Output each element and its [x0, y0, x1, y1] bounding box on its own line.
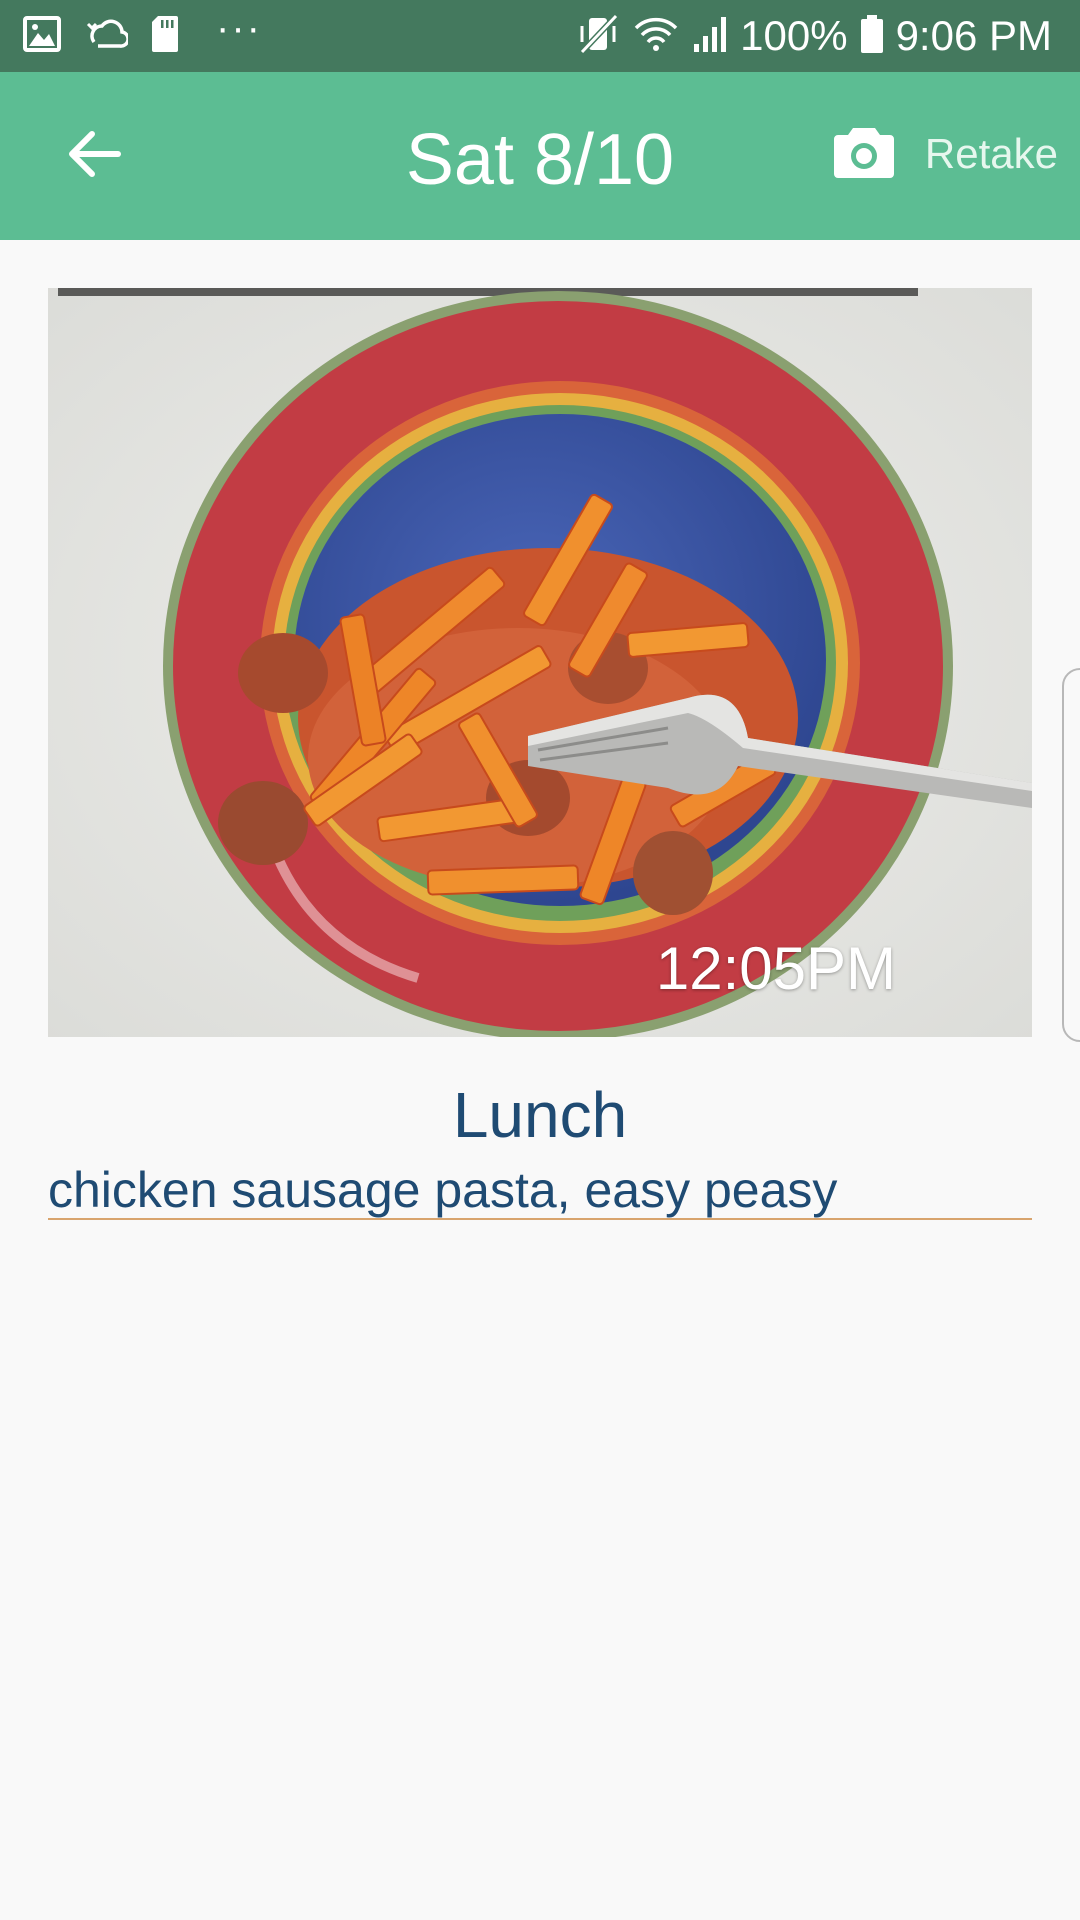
meal-photo[interactable]: 12:05PM [48, 288, 1032, 1037]
sd-card-icon [150, 14, 180, 59]
signal-icon [692, 14, 728, 59]
gallery-notification-icon [22, 14, 62, 59]
sync-notification-icon [84, 14, 130, 59]
clock: 9:06 PM [895, 12, 1052, 59]
vibrate-mute-icon [576, 12, 620, 61]
meal-notes-field[interactable] [48, 1162, 1032, 1220]
retake-label: Retake [924, 130, 1058, 177]
meal-type-label: Lunch [452, 1079, 628, 1151]
pasta-plate-image [48, 288, 1032, 1037]
retake-button[interactable]: Retake [833, 116, 1058, 192]
wifi-icon [632, 14, 680, 59]
edge-panel-handle[interactable] [1062, 668, 1080, 1042]
status-bar: ··· 100% 9:06 PM [0, 0, 1080, 72]
more-notifications-indicator: ··· [216, 6, 262, 50]
app-bar: Sat 8/10 Retake [0, 72, 1080, 240]
battery-icon [860, 14, 884, 59]
back-button[interactable] [58, 120, 130, 192]
camera-icon [833, 124, 895, 185]
arrow-back-icon [66, 130, 122, 183]
battery-percent: 100% [740, 12, 848, 59]
photo-timestamp: 12:05PM [655, 935, 896, 1002]
